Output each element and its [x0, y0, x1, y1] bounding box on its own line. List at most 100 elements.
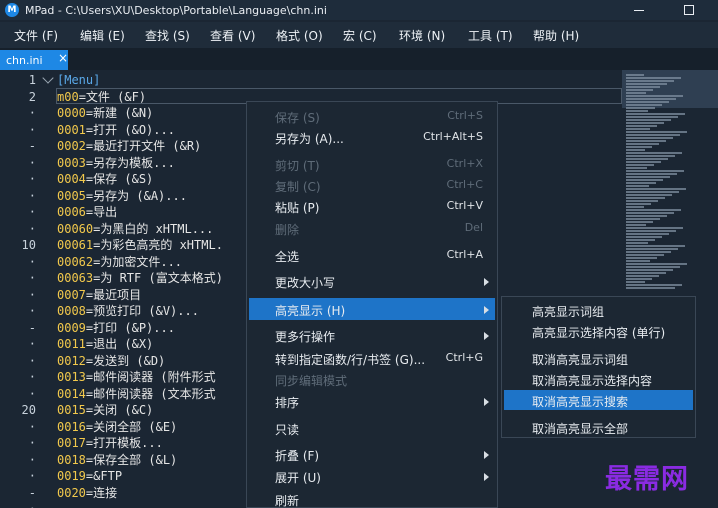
code-key: 0000	[57, 106, 86, 120]
code-value: 新建 (&N)	[93, 106, 154, 120]
minimap-line	[626, 248, 678, 250]
submenu-arrow-icon	[484, 332, 489, 340]
code-value: 文件 (&F)	[85, 89, 147, 104]
menu-help[interactable]: 帮助 (H)	[533, 27, 579, 44]
minimap-line	[626, 281, 645, 283]
code-key: 0012	[57, 353, 86, 368]
minimap-line	[626, 80, 674, 82]
submenu-arrow-icon	[484, 306, 489, 314]
tab-close-icon[interactable]: ×	[58, 51, 68, 65]
line-number: ·	[28, 271, 36, 285]
minimap-line	[626, 221, 653, 223]
context-menu-item[interactable]: 只读	[249, 417, 495, 439]
line-number: ·	[28, 155, 36, 170]
code-key: 0008	[57, 304, 86, 318]
code-value: 退出 (&X)	[93, 337, 154, 351]
submenu-item[interactable]: 取消高亮显示全部	[504, 417, 693, 437]
context-menu-item[interactable]: 排序	[249, 390, 495, 412]
menu-item-label: 粘贴 (P)	[275, 201, 320, 215]
code-value: 保存 (&S)	[93, 172, 154, 186]
minimap-line	[626, 263, 687, 265]
menu-item-label: 剪切 (T)	[275, 159, 320, 173]
submenu-item[interactable]: 取消高亮显示词组	[504, 348, 693, 368]
code-line: 00061=为彩色高亮的 xHTML.	[57, 237, 223, 253]
submenu-arrow-icon	[484, 451, 489, 459]
minimap-line	[626, 233, 669, 235]
code-line: [Menu]	[57, 72, 100, 88]
code-key: 0009	[57, 320, 86, 335]
code-value: &FTP	[93, 469, 123, 483]
minimap-line	[626, 104, 662, 106]
minimize-button[interactable]	[616, 0, 662, 20]
line-number: ·	[28, 106, 36, 120]
minimap[interactable]	[622, 70, 718, 508]
code-key: 0013	[57, 370, 86, 384]
minimap-line	[626, 194, 672, 196]
menu-search[interactable]: 查找 (S)	[145, 27, 190, 44]
fold-chevron-icon[interactable]	[42, 72, 54, 84]
code-line: 0007=最近项目	[57, 287, 141, 303]
minimap-line	[626, 272, 666, 274]
code-line: m00=文件 (&F)	[57, 89, 146, 105]
submenu-item[interactable]: 高亮显示词组	[504, 300, 693, 320]
context-menu-item[interactable]: 展开 (U)	[249, 465, 495, 487]
minimap-line	[626, 239, 655, 241]
window-title: MPad - C:\Users\XU\Desktop\Portable\Lang…	[25, 3, 327, 17]
code-key: 00061	[57, 238, 94, 252]
context-menu-item[interactable]: 更改大小写	[249, 270, 495, 292]
menu-view[interactable]: 查看 (V)	[210, 27, 255, 44]
menu-bar: 文件 (F) 编辑 (E) 查找 (S) 查看 (V) 格式 (O) 宏 (C)…	[0, 22, 718, 48]
menu-item-label: 只读	[275, 423, 300, 437]
code-line: 0018=保存全部 (&L)	[57, 452, 177, 468]
code-key: 0002	[57, 139, 86, 153]
minimap-line	[626, 224, 646, 226]
menu-format[interactable]: 格式 (O)	[276, 27, 323, 44]
code-line: 0013=邮件阅读器 (附件形式	[57, 369, 216, 385]
menu-macro[interactable]: 宏 (C)	[343, 27, 377, 44]
context-menu-item[interactable]: 粘贴 (P) Ctrl+V	[249, 195, 495, 217]
minimap-line	[626, 125, 657, 127]
minimap-line	[626, 182, 656, 184]
maximize-icon	[684, 5, 694, 15]
code-key: 0011	[57, 337, 86, 351]
menu-item-label: 保存 (S)	[275, 111, 320, 125]
context-menu-item[interactable]: 折叠 (F)	[249, 443, 495, 465]
code-line: 0015=关闭 (&C)	[57, 402, 153, 418]
minimap-line	[626, 149, 645, 151]
line-number: ·	[28, 254, 36, 269]
minimap-line	[626, 236, 662, 238]
context-menu-item[interactable]: 高亮显示 (H)	[249, 298, 495, 320]
minimap-line	[626, 128, 650, 130]
menu-item-shortcut: Ctrl+X	[446, 157, 483, 170]
menu-edit[interactable]: 编辑 (E)	[80, 27, 125, 44]
context-menu-item[interactable]: 更多行操作	[249, 324, 495, 346]
code-key: m00	[57, 89, 79, 104]
menu-item-label: 更改大小写	[275, 276, 336, 290]
menu-item-label: 更多行操作	[275, 330, 336, 344]
context-menu-item[interactable]: 另存为 (A)... Ctrl+Alt+S	[249, 126, 495, 148]
minimap-line	[626, 101, 669, 103]
minimap-line	[626, 140, 666, 142]
minimap-line	[626, 74, 644, 76]
context-menu-item[interactable]: 全选 Ctrl+A	[249, 244, 495, 266]
tab-chn-ini[interactable]: chn.ini ×	[0, 50, 68, 70]
context-menu-item[interactable]: 刷新	[249, 488, 495, 508]
submenu-item[interactable]: 取消高亮显示选择内容	[504, 369, 693, 389]
context-menu-item: 同步编辑模式	[249, 368, 495, 390]
submenu-item[interactable]: 高亮显示选择内容 (单行)	[504, 321, 693, 341]
minimap-line	[626, 122, 664, 124]
submenu-item-label: 取消高亮显示全部	[532, 422, 629, 436]
menu-tools[interactable]: 工具 (T)	[468, 27, 513, 44]
minimap-line	[626, 257, 657, 259]
menu-environment[interactable]: 环境 (N)	[399, 27, 445, 44]
maximize-button[interactable]	[666, 0, 712, 20]
context-menu-item[interactable]: 转到指定函数/行/书签 (G)... Ctrl+G	[249, 347, 495, 369]
code-value: 最近打开文件 (&R)	[93, 139, 202, 153]
menu-file[interactable]: 文件 (F)	[14, 27, 58, 44]
submenu-item-label: 取消高亮显示选择内容	[532, 374, 653, 388]
menu-item-label: 另存为 (A)...	[275, 132, 344, 146]
code-value: 发送到 (&D)	[93, 353, 166, 368]
minimap-line	[626, 83, 667, 85]
code-separator: =	[78, 89, 86, 104]
submenu-item[interactable]: 取消高亮显示搜索	[504, 390, 693, 410]
